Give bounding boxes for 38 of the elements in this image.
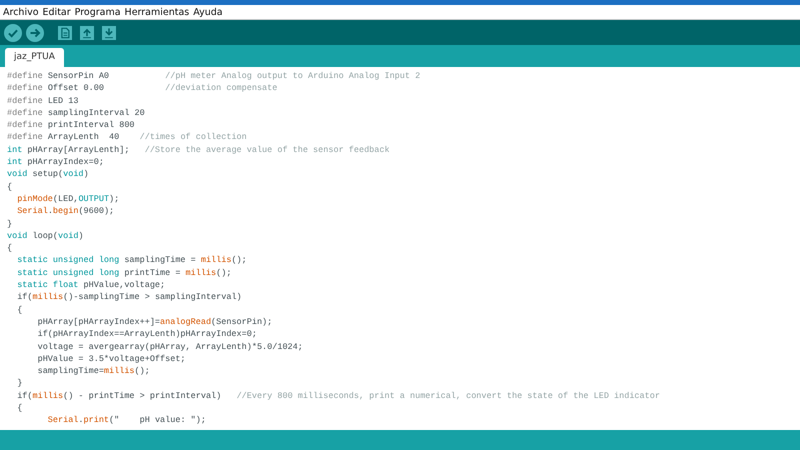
menu-item[interactable]: Programa — [74, 6, 121, 18]
up-arrow-icon[interactable] — [80, 26, 94, 40]
code-line: { — [7, 242, 14, 254]
code-line: static unsigned long printTime = millis(); — [16, 266, 232, 280]
code-line: voltage = avergearray(pHArray, ArrayLenth)*5.0/1024; — [36, 340, 304, 353]
code-line: Serial.begin(9600); — [16, 205, 116, 218]
code-line: int pHArrayIndex=0; — [7, 156, 105, 168]
verify-checkmark-icon[interactable] — [4, 24, 22, 42]
code-line: int pHArray[ArrayLenth]; //Store the average value of the sensor feedback — [7, 144, 391, 156]
code-line: #define SensorPin A0 //pH meter Analog output to Arduino Analog Input 2 — [7, 70, 422, 82]
code-line: pHArray[pHArrayIndex++]=analogRead(SensorPin); — [36, 316, 274, 328]
new-file-icon[interactable] — [58, 26, 72, 40]
code-line: void loop(void) — [7, 230, 85, 242]
code-line: pHValue = 3.5*voltage+Offset; — [36, 352, 187, 366]
code-line: if(millis()-samplingTime > samplingInterval) — [16, 291, 243, 304]
menu-item[interactable]: Archivo — [3, 6, 39, 18]
code-line: #define LED 13 — [7, 94, 80, 107]
menu-item[interactable]: Ayuda — [193, 6, 223, 18]
code-line: Serial.print(" pH value: "); — [46, 414, 207, 427]
code-line: { — [7, 180, 14, 193]
code-line: if(pHArrayIndex==ArrayLenth)pHArrayIndex=0; — [36, 328, 258, 341]
code-line: static float pHValue,voltage; — [16, 279, 166, 292]
code-line: } — [16, 377, 24, 390]
code-line: pinMode(LED,OUTPUT); — [16, 192, 120, 206]
code-line: #define printInterval 800 — [7, 119, 136, 132]
code-line: #define samplingInterval 20 — [7, 106, 146, 120]
code-line: if(millis() - printTime > printInterval) //Every 800 milliseconds, print a numerical, convert the state of the LED indicator — [16, 390, 661, 402]
code-line: } — [7, 218, 14, 230]
code-line: #define Offset 0.00 //deviation compensate — [7, 82, 278, 95]
code-line: #define ArrayLenth 40 //times of collection — [7, 131, 248, 144]
menu-item[interactable]: Editar — [42, 6, 71, 18]
code-line: static unsigned long samplingTime = millis(); — [16, 254, 248, 267]
code-line: { — [16, 402, 24, 414]
code-line: { — [16, 304, 24, 316]
code-line: samplingTime=millis(); — [36, 365, 151, 378]
file-tab[interactable]: jaz_PTUA — [5, 48, 64, 67]
code-line: void setup(void) — [7, 168, 90, 181]
menu-item[interactable]: Herramientas — [124, 6, 190, 18]
